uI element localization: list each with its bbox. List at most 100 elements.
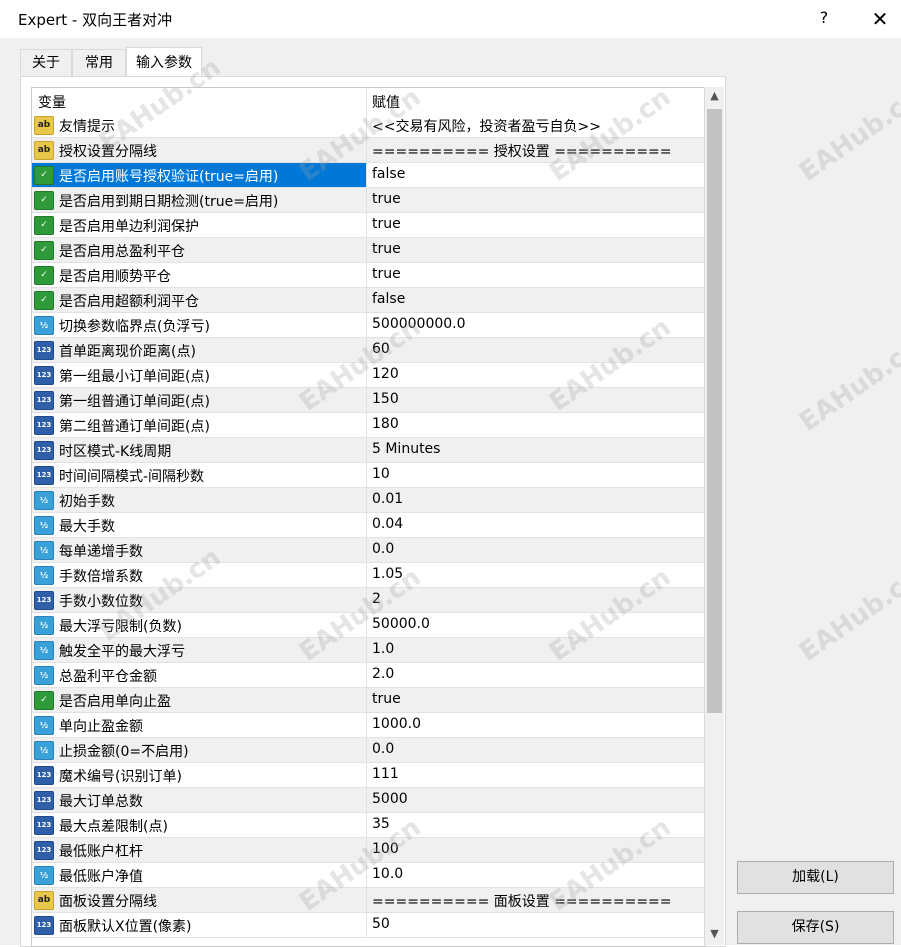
window-title: Expert - 双向王者对冲 — [18, 11, 173, 29]
parameter-value[interactable]: 120 — [372, 366, 399, 382]
table-row[interactable]: 123 魔术编号(识别订单) 111 — [32, 763, 705, 788]
parameter-value[interactable]: true — [372, 216, 401, 232]
parameter-value[interactable]: 111 — [372, 766, 399, 782]
value-cell-editor[interactable] — [367, 163, 705, 187]
parameter-value[interactable]: 5000 — [372, 791, 408, 807]
parameter-value[interactable]: 500000000.0 — [372, 316, 466, 332]
parameter-value[interactable]: 0.04 — [372, 516, 403, 532]
cell-divider — [366, 288, 367, 312]
parameter-value[interactable]: 0.01 — [372, 491, 403, 507]
table-row[interactable]: 123 最大订单总数 5000 — [32, 788, 705, 813]
parameter-name: 是否启用顺势平仓 — [59, 269, 171, 285]
table-row[interactable]: ½ 手数倍增系数 1.05 — [32, 563, 705, 588]
close-button[interactable]: ✕ — [866, 6, 894, 32]
parameter-value[interactable]: 1.0 — [372, 641, 394, 657]
table-row[interactable]: ½ 切换参数临界点(负浮亏) 500000000.0 — [32, 313, 705, 338]
parameter-value[interactable]: false — [372, 291, 405, 307]
parameter-value[interactable]: 1.05 — [372, 566, 403, 582]
table-row[interactable]: 123 最大点差限制(点) 35 — [32, 813, 705, 838]
table-row[interactable]: ½ 总盈利平仓金额 2.0 — [32, 663, 705, 688]
parameter-value[interactable]: 10.0 — [372, 866, 403, 882]
tab-common[interactable]: 常用 — [72, 49, 126, 76]
table-row[interactable]: ½ 触发全平的最大浮亏 1.0 — [32, 638, 705, 663]
table-row[interactable]: ½ 每单递增手数 0.0 — [32, 538, 705, 563]
parameter-value[interactable]: 2.0 — [372, 666, 394, 682]
parameter-value[interactable]: ========== 授权设置 ========== — [372, 141, 672, 161]
table-row[interactable]: ½ 最大浮亏限制(负数) 50000.0 — [32, 613, 705, 638]
parameter-value[interactable]: 100 — [372, 841, 399, 857]
table-row[interactable]: ab 友情提示 <<交易有风险，投资者盈亏自负>> — [32, 113, 705, 138]
scroll-up-icon[interactable]: ▲ — [705, 87, 724, 105]
cell-divider — [366, 763, 367, 787]
table-row[interactable]: ab 面板设置分隔线 ========== 面板设置 ========== — [32, 888, 705, 913]
load-button[interactable]: 加载(L) — [737, 861, 894, 894]
table-row[interactable]: 123 第二组普通订单间距(点) 180 — [32, 413, 705, 438]
cell-divider — [366, 613, 367, 637]
parameter-value[interactable]: 0.0 — [372, 741, 394, 757]
parameter-value[interactable]: false — [372, 166, 405, 182]
table-row[interactable]: ✓ 是否启用超额利润平仓 false — [32, 288, 705, 313]
parameter-value[interactable]: 50 — [372, 916, 390, 932]
table-row[interactable]: 123 第一组最小订单间距(点) 120 — [32, 363, 705, 388]
table-row[interactable]: ½ 止损金额(0=不启用) 0.0 — [32, 738, 705, 763]
column-header-value[interactable]: 赋值 — [372, 92, 400, 112]
table-row[interactable]: ✓ 是否启用顺势平仓 true — [32, 263, 705, 288]
parameter-value[interactable]: 50000.0 — [372, 616, 430, 632]
parameter-value[interactable]: 2 — [372, 591, 381, 607]
table-row[interactable]: 123 时区模式-K线周期 5 Minutes — [32, 438, 705, 463]
scroll-down-icon[interactable]: ▼ — [705, 925, 724, 943]
table-row[interactable]: 123 最低账户杠杆 100 — [32, 838, 705, 863]
table-row[interactable]: ½ 最大手数 0.04 — [32, 513, 705, 538]
table-row[interactable]: 123 首单距离现价距离(点) 60 — [32, 338, 705, 363]
parameter-name: 是否启用账号授权验证(true=启用) — [59, 169, 279, 185]
table-row[interactable]: ✓ 是否启用总盈利平仓 true — [32, 238, 705, 263]
column-header-variable[interactable]: 变量 — [38, 92, 66, 112]
table-header: 变量 赋值 — [32, 88, 705, 113]
parameter-value[interactable]: 10 — [372, 466, 390, 482]
table-row[interactable]: ✓ 是否启用单边利润保护 true — [32, 213, 705, 238]
vertical-scrollbar[interactable]: ▲ ▼ — [704, 87, 724, 945]
cell-divider — [366, 663, 367, 687]
table-row[interactable]: ½ 初始手数 0.01 — [32, 488, 705, 513]
tab-about[interactable]: 关于 — [20, 49, 72, 76]
table-row[interactable]: ½ 最低账户净值 10.0 — [32, 863, 705, 888]
parameter-value[interactable]: 60 — [372, 341, 390, 357]
string-type-icon: ab — [34, 891, 54, 910]
parameter-value[interactable]: 5 Minutes — [372, 441, 440, 457]
column-divider[interactable] — [366, 88, 367, 113]
table-row[interactable]: 123 第一组普通订单间距(点) 150 — [32, 388, 705, 413]
save-button[interactable]: 保存(S) — [737, 911, 894, 944]
table-row[interactable]: ✓ 是否启用单向止盈 true — [32, 688, 705, 713]
parameter-value[interactable]: true — [372, 241, 401, 257]
parameter-value[interactable]: true — [372, 191, 401, 207]
table-row[interactable]: ½ 单向止盈金额 1000.0 — [32, 713, 705, 738]
table-rows: ab 友情提示 <<交易有风险，投资者盈亏自负>> ab 授权设置分隔线 ========… — [32, 113, 705, 938]
table-row[interactable]: 123 手数小数位数 2 — [32, 588, 705, 613]
tab-inputs[interactable]: 输入参数 — [126, 47, 202, 76]
parameter-value[interactable]: 150 — [372, 391, 399, 407]
string-type-icon: ab — [34, 116, 54, 135]
parameter-value[interactable]: 180 — [372, 416, 399, 432]
parameter-value[interactable]: 0.0 — [372, 541, 394, 557]
integer-type-icon: 123 — [34, 791, 54, 810]
parameter-name: 最大手数 — [59, 519, 115, 535]
table-row[interactable]: 123 时间间隔模式-间隔秒数 10 — [32, 463, 705, 488]
table-row[interactable]: ✓ 是否启用到期日期检测(true=启用) true — [32, 188, 705, 213]
parameter-value[interactable]: true — [372, 691, 401, 707]
parameter-value[interactable]: ========== 面板设置 ========== — [372, 891, 672, 911]
cell-divider — [366, 263, 367, 287]
parameter-value[interactable]: true — [372, 266, 401, 282]
cell-divider — [366, 338, 367, 362]
help-button[interactable]: ? — [812, 6, 836, 30]
integer-type-icon: 123 — [34, 466, 54, 485]
integer-type-icon: 123 — [34, 916, 54, 935]
parameter-name: 单向止盈金额 — [59, 719, 143, 735]
parameter-value[interactable]: 1000.0 — [372, 716, 421, 732]
table-row[interactable]: ab 授权设置分隔线 ========== 授权设置 ========== — [32, 138, 705, 163]
scrollbar-thumb[interactable] — [707, 109, 722, 713]
parameter-value[interactable]: <<交易有风险，投资者盈亏自负>> — [372, 116, 601, 136]
table-row[interactable]: ✓ 是否启用账号授权验证(true=启用) false — [32, 163, 705, 188]
parameter-value[interactable]: 35 — [372, 816, 390, 832]
parameter-name: 手数倍增系数 — [59, 569, 143, 585]
table-row[interactable]: 123 面板默认X位置(像素) 50 — [32, 913, 705, 938]
